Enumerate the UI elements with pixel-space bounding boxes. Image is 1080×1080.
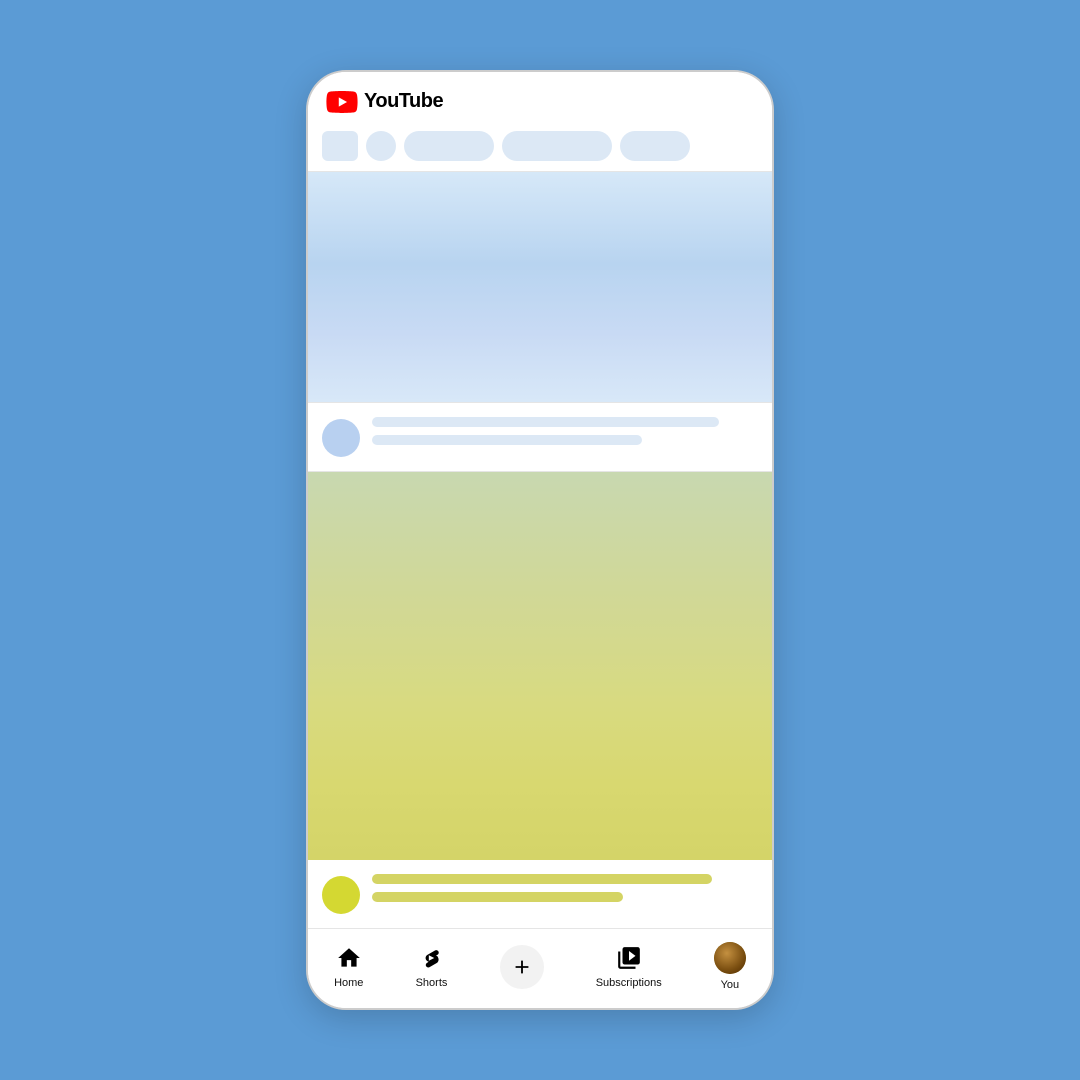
filter-chip-circle[interactable]	[366, 131, 396, 161]
bottom-nav: Home Shorts	[308, 928, 772, 1008]
video-title-line-1	[372, 417, 719, 427]
video-title-line-2	[372, 874, 712, 884]
youtube-logo[interactable]: YouTube	[326, 90, 443, 113]
video-text-1	[372, 417, 758, 445]
nav-label-home: Home	[334, 977, 363, 989]
avatar-image	[714, 942, 746, 974]
nav-item-subscriptions[interactable]: Subscriptions	[596, 944, 662, 989]
filter-chip-2[interactable]	[502, 131, 612, 161]
filter-chip-square[interactable]	[322, 131, 358, 161]
filter-chip-1[interactable]	[404, 131, 494, 161]
shorts-icon	[417, 944, 445, 972]
video-subtitle-line-1	[372, 435, 642, 445]
channel-avatar-1[interactable]	[322, 419, 360, 457]
nav-item-you[interactable]: You	[714, 942, 746, 991]
nav-label-subscriptions: Subscriptions	[596, 977, 662, 989]
home-icon	[335, 944, 363, 972]
phone-frame: YouTube	[306, 70, 774, 1010]
video-text-2	[372, 874, 758, 902]
nav-item-shorts[interactable]: Shorts	[416, 944, 448, 989]
app-header: YouTube	[308, 72, 772, 123]
youtube-icon	[326, 91, 358, 113]
video-info-row-2	[308, 860, 772, 928]
nav-label-shorts: Shorts	[416, 977, 448, 989]
nav-item-home[interactable]: Home	[334, 944, 363, 989]
filter-chip-3[interactable]	[620, 131, 690, 161]
subscriptions-icon	[615, 944, 643, 972]
video-thumbnail-1[interactable]	[308, 172, 772, 402]
create-button[interactable]	[500, 945, 544, 989]
app-title: YouTube	[364, 90, 443, 113]
video-info-row-1	[308, 403, 772, 471]
filter-chips-row	[308, 123, 772, 171]
nav-label-you: You	[721, 979, 740, 991]
channel-avatar-2[interactable]	[322, 876, 360, 914]
nav-item-create[interactable]	[500, 945, 544, 989]
content-area	[308, 172, 772, 928]
you-avatar-icon	[714, 942, 746, 974]
video-subtitle-line-2	[372, 892, 623, 902]
video-thumbnail-2[interactable]	[308, 472, 772, 860]
